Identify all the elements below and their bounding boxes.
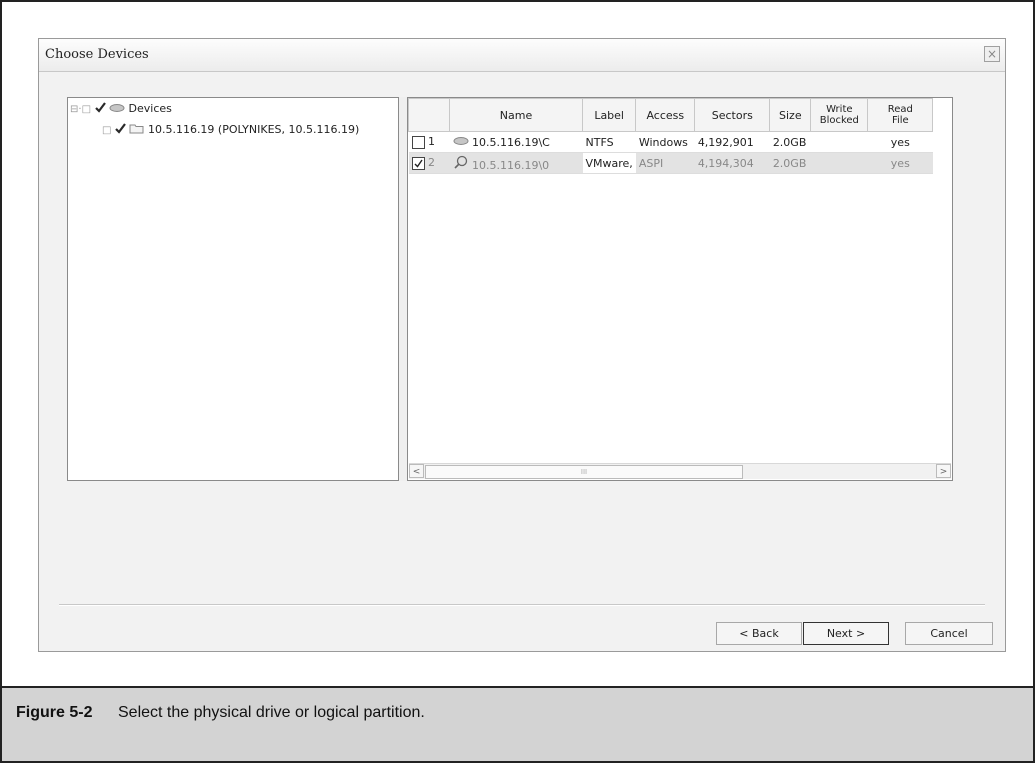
tree-line-icon: □ (102, 125, 112, 136)
tree-node-devices[interactable]: ⊟·□ Devices (70, 101, 172, 115)
figure-frame: Choose Devices × ⊟·□ Devices □ 10.5.116.… (0, 0, 1035, 763)
size-cell: 2.0GB (769, 131, 811, 153)
access-cell: Windows (635, 131, 695, 153)
column-header-access[interactable]: Access (635, 98, 696, 132)
choose-devices-dialog: Choose Devices × ⊟·□ Devices □ 10.5.116.… (38, 38, 1006, 652)
row-select-cell[interactable]: 2 (408, 152, 450, 174)
table-row[interactable]: 2 10.5.116.19\0 VMware, ASPI 4,194,304 2… (408, 152, 933, 174)
name-cell: 10.5.116.19\C (449, 131, 583, 153)
dialog-title: Choose Devices (45, 47, 149, 62)
label-cell: VMware, (582, 152, 636, 174)
read-file-cell: yes (867, 131, 933, 153)
table-header-row: Name Label Access Sectors Size Write Bloc… (408, 98, 934, 132)
table-row[interactable]: 1 10.5.116.19\C NTFS Windows 4,192,901 2… (408, 131, 933, 153)
figure-caption: Figure 5-2 Select the physical drive or … (2, 688, 1033, 761)
column-header-label[interactable]: Label (581, 98, 637, 132)
tree-label-host: 10.5.116.19 (POLYNIKES, 10.5.116.19) (147, 123, 360, 136)
figure-number: Figure 5-2 (16, 704, 93, 721)
column-header-size[interactable]: Size (769, 98, 812, 132)
pane-splitter[interactable] (399, 97, 407, 481)
back-button[interactable]: < Back (716, 622, 802, 645)
column-header-name[interactable]: Name (449, 98, 583, 132)
device-tree: ⊟·□ Devices □ 10.5.116.19 (POLYNIKES, 10… (67, 97, 399, 481)
row-checkbox[interactable] (411, 135, 425, 149)
cancel-button[interactable]: Cancel (905, 622, 993, 645)
device-grid: Name Label Access Sectors Size Write Bloc… (407, 97, 953, 481)
scroll-left-button[interactable]: < (409, 464, 424, 478)
row-select-cell[interactable]: 1 (408, 131, 450, 153)
tree-line-icon: ·□ (78, 104, 92, 115)
name-cell: 10.5.116.19\0 (449, 152, 583, 174)
sectors-cell: 4,192,901 (694, 131, 770, 153)
close-icon[interactable]: × (984, 46, 1000, 62)
column-header-sectors[interactable]: Sectors (694, 98, 771, 132)
drive-icon (109, 104, 125, 112)
checkmark-icon (414, 159, 423, 168)
access-cell: ASPI (635, 152, 695, 174)
size-cell: 2.0GB (769, 152, 811, 174)
horizontal-scrollbar[interactable]: < III > (409, 463, 951, 479)
tree-node-host[interactable]: □ 10.5.116.19 (POLYNIKES, 10.5.116.19) (102, 122, 359, 136)
tree-label-devices: Devices (128, 102, 172, 115)
write-blocked-cell (810, 152, 868, 174)
folder-icon (129, 124, 144, 134)
checkmark-icon[interactable] (115, 123, 126, 134)
scroll-right-button[interactable]: > (936, 464, 951, 478)
scroll-thumb[interactable]: III (425, 465, 743, 479)
dialog-titlebar: Choose Devices × (39, 39, 1005, 72)
drive-icon (453, 136, 468, 145)
magnifier-icon (453, 155, 467, 169)
sectors-cell: 4,194,304 (694, 152, 770, 174)
checkmark-icon[interactable] (94, 102, 106, 113)
next-button[interactable]: Next > (803, 622, 889, 645)
label-cell: NTFS (582, 131, 636, 153)
column-header-write-blocked[interactable]: Write Blocked (810, 98, 869, 132)
column-header-read-file[interactable]: Read File (867, 98, 934, 132)
write-blocked-cell (810, 131, 868, 153)
column-header-select[interactable] (408, 98, 450, 132)
button-divider (59, 604, 985, 606)
device-table: Name Label Access Sectors Size Write Bloc… (408, 98, 934, 174)
row-checkbox[interactable] (411, 156, 425, 170)
figure-caption-text: Select the physical drive or logical par… (118, 704, 425, 721)
read-file-cell: yes (867, 152, 933, 174)
